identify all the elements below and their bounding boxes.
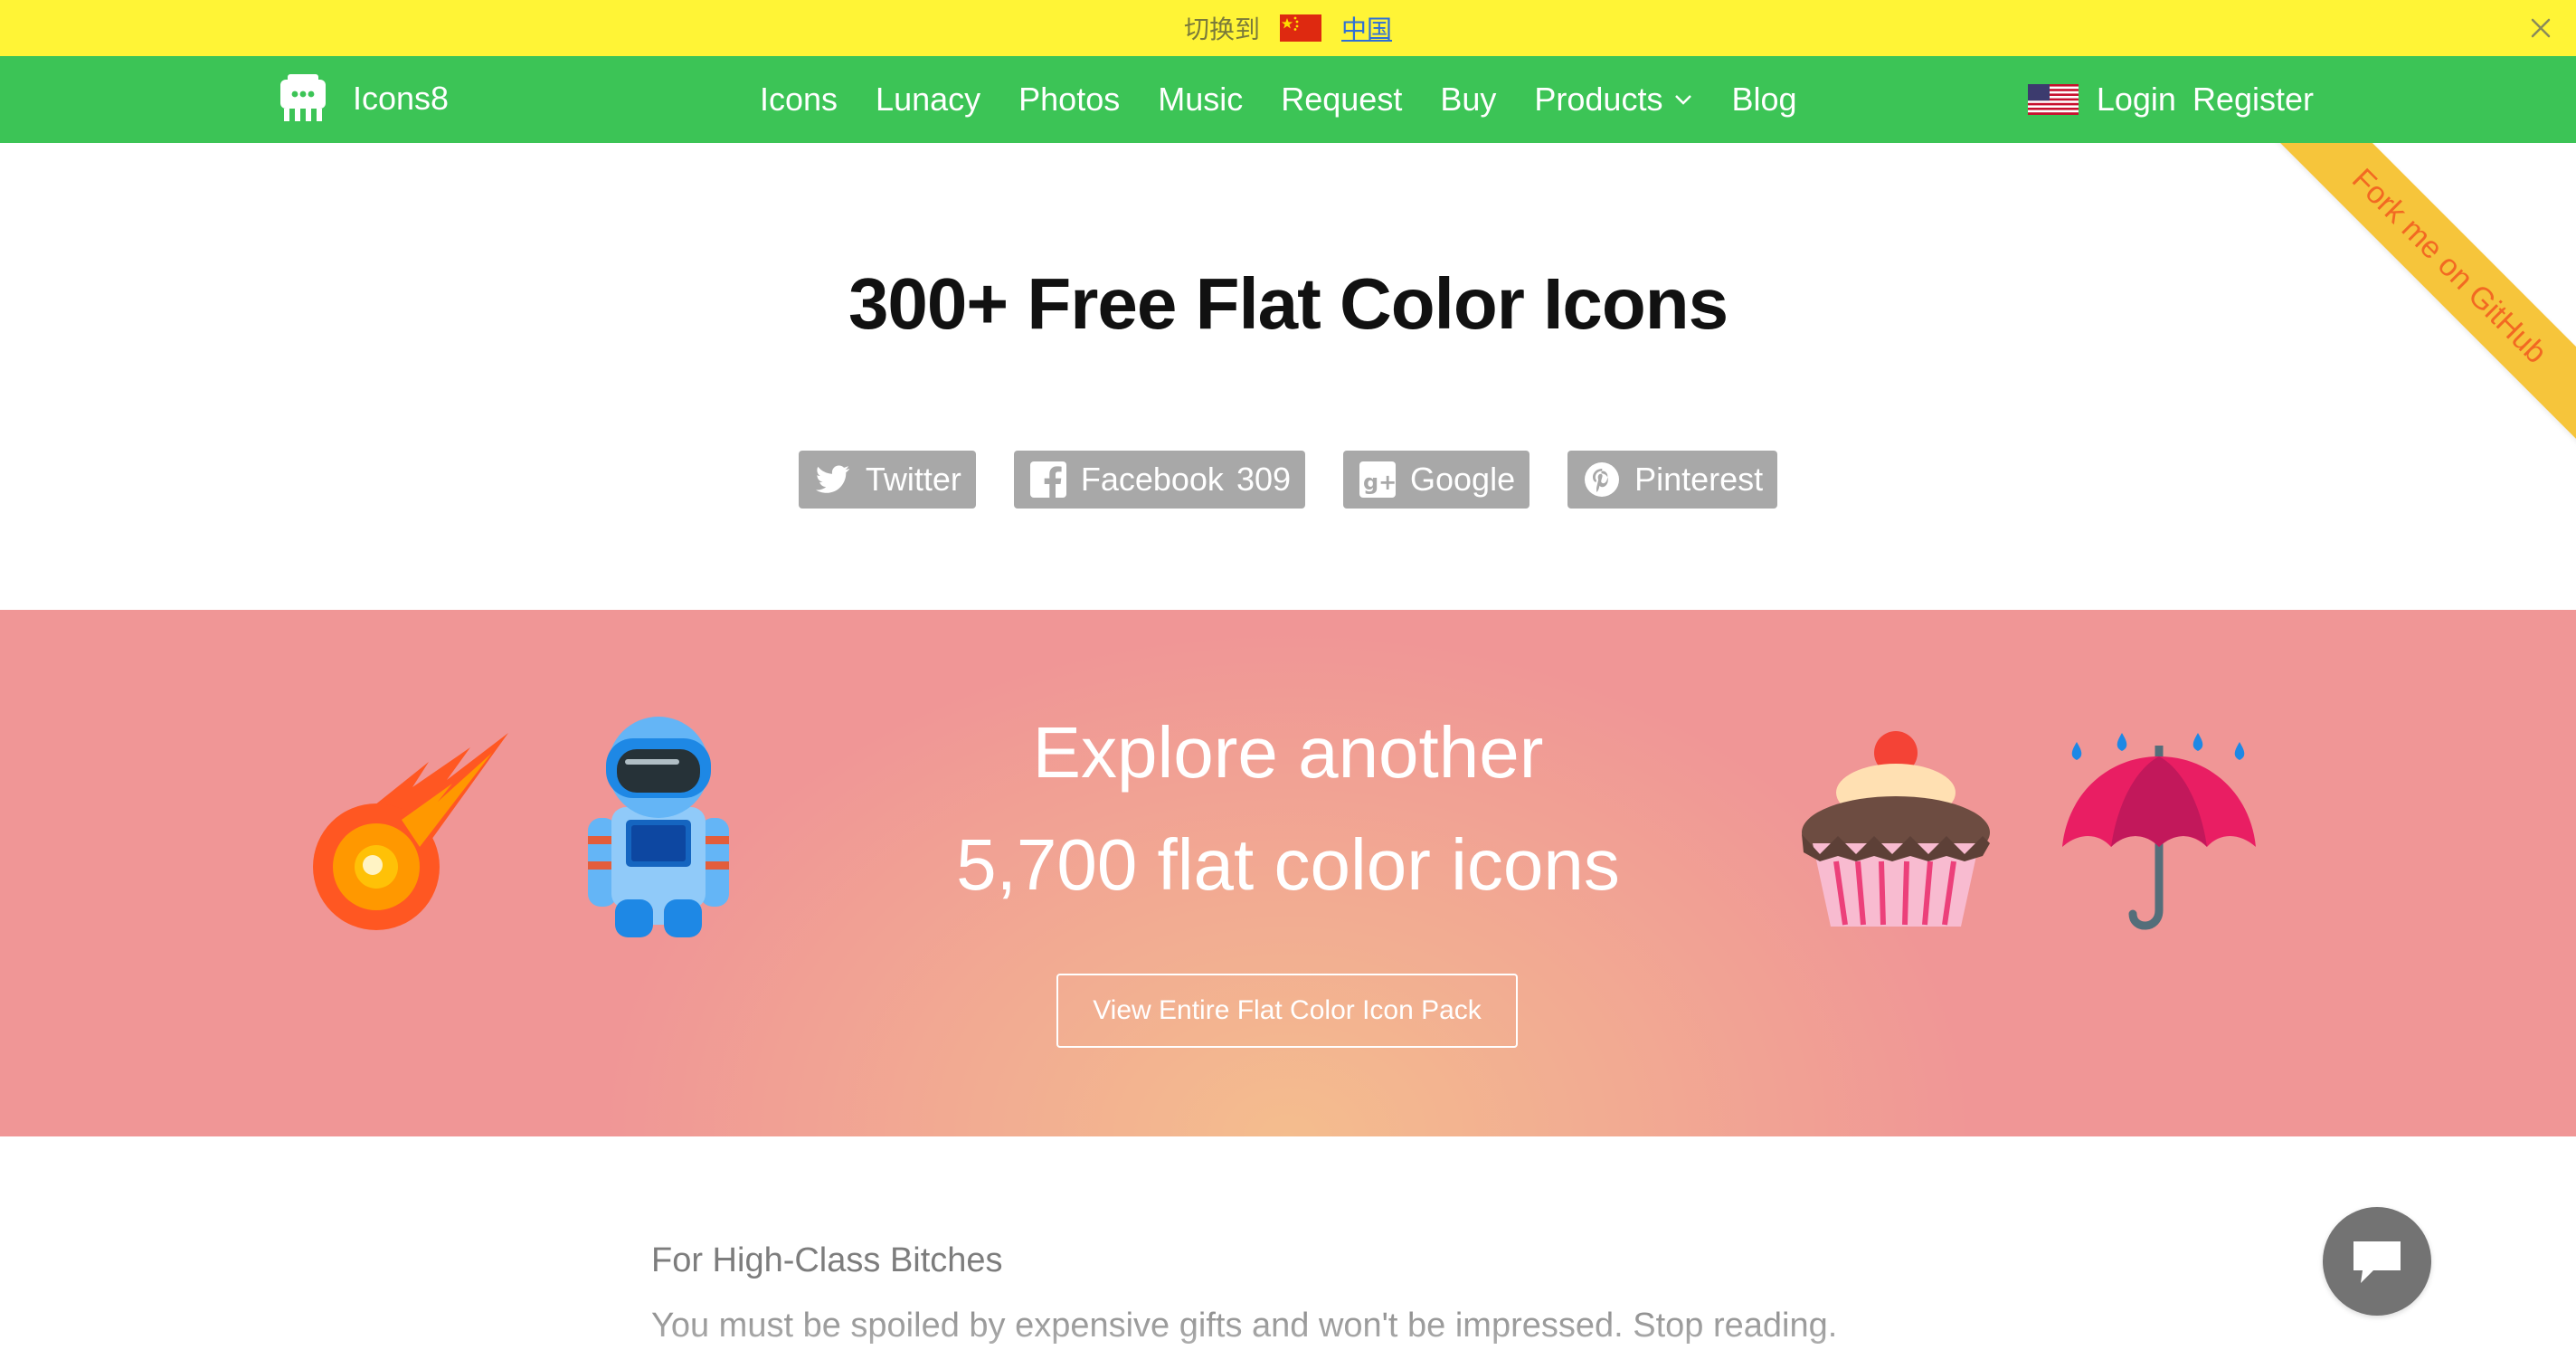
register-link[interactable]: Register [2192, 81, 2314, 119]
facebook-icon [1029, 461, 1066, 499]
view-icon-pack-button[interactable]: View Entire Flat Color Icon Pack [1056, 974, 1518, 1048]
nav-link-products-label: Products [1534, 81, 1663, 118]
nav-link-blog[interactable]: Blog [1731, 81, 1796, 119]
google-share-label: Google [1410, 461, 1516, 498]
nav-link-buy[interactable]: Buy [1440, 81, 1496, 119]
nav-link-music[interactable]: Music [1158, 81, 1243, 119]
nav-link-products[interactable]: Products [1534, 81, 1693, 119]
twitter-icon [815, 465, 849, 493]
pinterest-icon [1585, 462, 1620, 497]
twitter-share-label: Twitter [865, 461, 961, 498]
china-flag-icon [1280, 14, 1321, 42]
nav-link-lunacy[interactable]: Lunacy [876, 81, 980, 119]
icons8-logo-icon [280, 74, 326, 121]
facebook-share-label: Facebook [1080, 461, 1224, 498]
google-share-button[interactable]: g+ Google [1343, 451, 1530, 509]
pinterest-share-label: Pinterest [1634, 461, 1764, 498]
chat-bubble-icon [2353, 1241, 2401, 1283]
svg-text:g+: g+ [1363, 470, 1397, 495]
article-paragraph: You must be spoiled by expensive gifts a… [651, 1307, 1838, 1345]
twitter-share-button[interactable]: Twitter [798, 451, 976, 509]
login-link[interactable]: Login [2097, 81, 2176, 119]
nav-link-icons[interactable]: Icons [760, 81, 838, 119]
facebook-share-count: 309 [1236, 461, 1292, 498]
china-site-link[interactable]: 中国 [1341, 10, 1392, 46]
google-plus-icon: g+ [1359, 461, 1397, 498]
nav-account: Login Register [2027, 56, 2314, 143]
page-title: 300+ Free Flat Color Icons [848, 263, 1728, 344]
nav-links: Icons Lunacy Photos Music Request Buy Pr… [760, 56, 1797, 143]
umbrella-icon [2062, 733, 2256, 930]
logo-text: Icons8 [353, 80, 450, 117]
us-flag-icon[interactable] [2027, 84, 2079, 115]
facebook-share-button[interactable]: Facebook 309 [1013, 451, 1306, 509]
close-icon[interactable] [2525, 13, 2556, 43]
nav-link-photos[interactable]: Photos [1018, 81, 1120, 119]
icons8-logo[interactable]: Icons8 [275, 71, 449, 127]
language-switch-bar: 切换到 中国 [0, 0, 2576, 56]
cupcake-icon [1802, 731, 1990, 927]
chat-button[interactable] [2323, 1207, 2431, 1316]
main-nav: Icons8 Icons Lunacy Photos Music Request… [0, 56, 2576, 143]
pinterest-share-button[interactable]: Pinterest [1567, 451, 1778, 509]
nav-link-request[interactable]: Request [1281, 81, 1402, 119]
chevron-down-icon [1675, 95, 1692, 105]
language-switch-label: 切换到 [1183, 14, 1260, 44]
share-buttons: Twitter Facebook 309 g+ Google Pinterest [0, 451, 2576, 509]
promo-banner: Explore another 5,700 flat color icons V… [0, 610, 2576, 1136]
article-heading: For High-Class Bitches [651, 1241, 1003, 1279]
